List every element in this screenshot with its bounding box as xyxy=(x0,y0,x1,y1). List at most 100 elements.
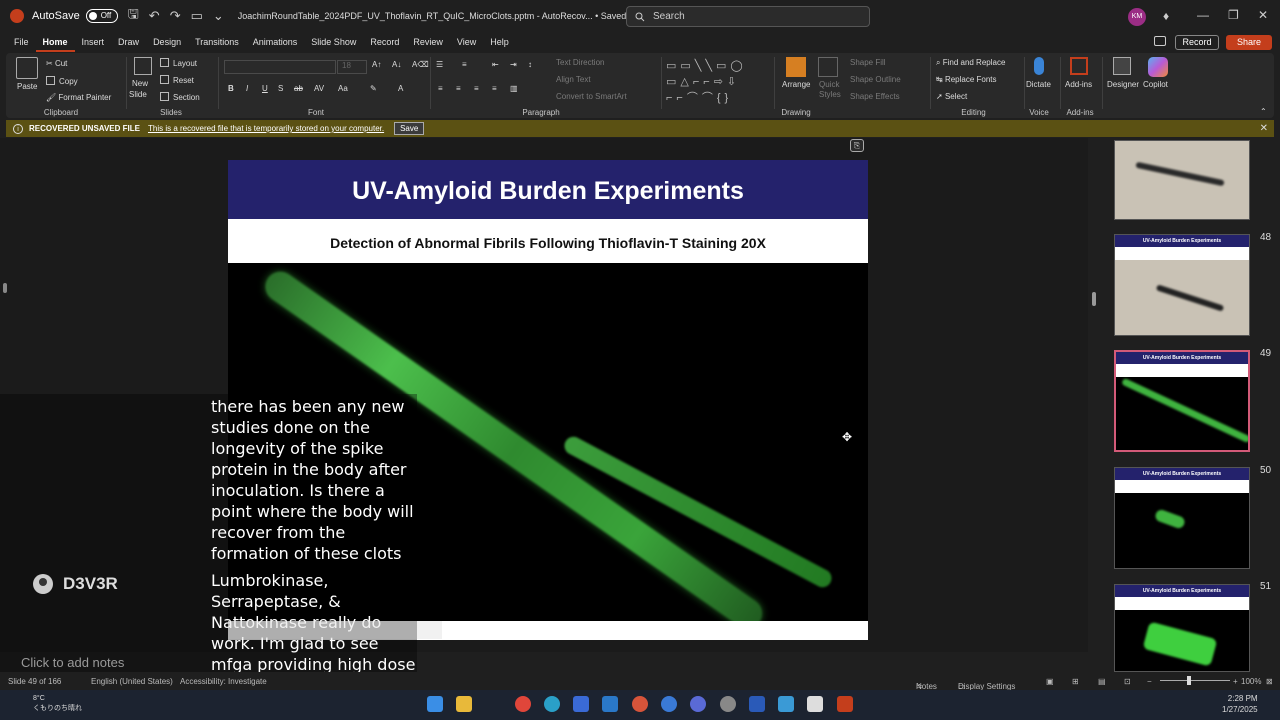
tab-design[interactable]: Design xyxy=(146,32,188,52)
paste-icon[interactable] xyxy=(16,57,38,79)
copilot-icon[interactable] xyxy=(1148,57,1168,77)
tab-review[interactable]: Review xyxy=(406,32,450,52)
normal-view-icon[interactable]: ▣ xyxy=(1046,677,1054,686)
language-indicator[interactable]: English (United States) xyxy=(91,677,173,686)
powerpoint-taskbar-icon[interactable] xyxy=(837,696,853,712)
close-icon[interactable]: ✕ xyxy=(1258,8,1268,22)
system-clock[interactable]: 2:28 PM 1/27/2025 xyxy=(1222,693,1258,715)
edge-icon[interactable] xyxy=(544,696,560,712)
arrange-button[interactable]: Arrange xyxy=(782,80,810,89)
tab-help[interactable]: Help xyxy=(483,32,516,52)
zoom-out-icon[interactable]: − xyxy=(1147,677,1152,686)
select-button[interactable]: ➚ Select xyxy=(936,92,967,101)
comments-icon[interactable] xyxy=(1154,36,1166,46)
autosave-toggle[interactable]: Off xyxy=(85,9,118,23)
italic-icon[interactable]: I xyxy=(246,84,248,93)
highlight-icon[interactable]: ✎ xyxy=(370,84,377,93)
align-right-icon[interactable]: ≡ xyxy=(474,84,479,93)
spacing-icon[interactable]: AV xyxy=(314,84,324,93)
shadow-icon[interactable]: S xyxy=(278,84,283,93)
numbering-icon[interactable]: ≡ xyxy=(462,60,467,69)
thumbnail-slide-48[interactable]: UV-Amyloid Burden Experiments xyxy=(1114,234,1250,336)
find-replace-button[interactable]: ⌕ Find and Replace xyxy=(936,58,1005,68)
zoom-level[interactable]: 100% xyxy=(1241,677,1261,686)
tab-animations[interactable]: Animations xyxy=(246,32,305,52)
convert-smartart-button[interactable]: Convert to SmartArt xyxy=(556,92,627,101)
format-painter-button[interactable]: 🖌 Format Painter xyxy=(46,93,111,102)
shape-effects-button[interactable]: Shape Effects xyxy=(850,92,900,101)
left-scrollbar[interactable] xyxy=(3,283,7,293)
change-case-icon[interactable]: Aa xyxy=(338,84,348,93)
addins-button[interactable]: Add-ins xyxy=(1065,80,1092,89)
new-slide-button-line2[interactable]: Slide xyxy=(129,90,147,99)
underline-icon[interactable]: U xyxy=(262,84,268,93)
slide-subtitle[interactable]: Detection of Abnormal Fibrils Following … xyxy=(228,219,868,263)
premium-icon[interactable]: ♦ xyxy=(1163,9,1169,23)
addins-icon[interactable] xyxy=(1070,57,1088,75)
shrink-font-icon[interactable]: A↓ xyxy=(392,60,401,69)
notes-input[interactable]: Click to add notes xyxy=(0,655,1088,672)
user-avatar[interactable]: KM xyxy=(1128,8,1146,26)
word-icon[interactable] xyxy=(749,696,765,712)
discord-icon[interactable] xyxy=(690,696,706,712)
redo-icon[interactable]: ↷ xyxy=(170,8,181,24)
dictate-button[interactable]: Dictate xyxy=(1026,80,1051,89)
new-slide-icon[interactable] xyxy=(134,57,152,75)
shape-outline-button[interactable]: Shape Outline xyxy=(850,75,901,84)
shapes-gallery[interactable]: ▭▭╲╲▭◯ ▭△⌐⌐⇨⇩ ⌐⌐⌒⌒{} xyxy=(666,58,766,106)
scrollbar-thumb[interactable] xyxy=(1092,292,1096,306)
horizontal-scrollbar[interactable] xyxy=(228,621,442,639)
search-input[interactable]: Search xyxy=(626,6,870,27)
tab-view[interactable]: View xyxy=(450,32,483,52)
clear-format-icon[interactable]: A⌫ xyxy=(412,60,429,69)
restore-icon[interactable]: ❐ xyxy=(1228,8,1239,22)
minimize-icon[interactable]: — xyxy=(1197,8,1209,22)
app-icon[interactable] xyxy=(807,696,823,712)
save-button[interactable]: Save xyxy=(394,122,425,135)
app-icon[interactable] xyxy=(778,696,794,712)
tab-slide-show[interactable]: Slide Show xyxy=(304,32,363,52)
font-name-input[interactable] xyxy=(224,60,336,74)
app-icon[interactable] xyxy=(573,696,589,712)
app-icon[interactable] xyxy=(632,696,648,712)
bold-icon[interactable]: B xyxy=(228,84,234,93)
app-icon[interactable] xyxy=(661,696,677,712)
text-direction-button[interactable]: Text Direction xyxy=(556,58,604,67)
copilot-button[interactable]: Copilot xyxy=(1143,80,1168,89)
tab-transitions[interactable]: Transitions xyxy=(188,32,246,52)
reset-button[interactable]: Reset xyxy=(160,75,194,85)
decrease-indent-icon[interactable]: ⇤ xyxy=(492,60,499,69)
slide-title[interactable]: UV-Amyloid Burden Experiments xyxy=(228,160,868,219)
settings-icon[interactable] xyxy=(720,696,736,712)
font-color-icon[interactable]: A xyxy=(398,84,403,93)
section-button[interactable]: Section xyxy=(160,92,200,102)
tab-home[interactable]: Home xyxy=(35,32,75,52)
align-center-icon[interactable]: ≡ xyxy=(456,84,461,93)
increase-indent-icon[interactable]: ⇥ xyxy=(510,60,517,69)
file-explorer-icon[interactable] xyxy=(456,696,472,712)
strikethrough-icon[interactable]: ab xyxy=(294,84,303,93)
tab-file[interactable]: File xyxy=(0,32,36,52)
bullets-icon[interactable]: ☰ xyxy=(436,60,443,69)
microphone-icon[interactable] xyxy=(1034,57,1044,75)
line-spacing-icon[interactable]: ↕ xyxy=(528,60,532,69)
align-text-button[interactable]: Align Text xyxy=(556,75,591,84)
zoom-slider-handle[interactable] xyxy=(1187,676,1191,685)
undo-icon[interactable]: ↶ xyxy=(149,8,160,24)
quick-styles-button-line2[interactable]: Styles xyxy=(819,90,841,99)
align-left-icon[interactable]: ≡ xyxy=(438,84,443,93)
record-button[interactable]: Record xyxy=(1175,35,1219,50)
paste-button[interactable]: Paste xyxy=(17,82,37,91)
new-slide-button[interactable]: New xyxy=(132,79,148,88)
slide-sorter-icon[interactable]: ⊞ xyxy=(1072,677,1079,686)
quick-styles-icon[interactable] xyxy=(818,57,838,77)
copy-button[interactable]: Copy xyxy=(46,76,78,86)
zoom-slider[interactable] xyxy=(1160,680,1230,681)
tab-insert[interactable]: Insert xyxy=(75,32,112,52)
thumbnail-slide-49[interactable]: UV-Amyloid Burden Experiments xyxy=(1114,350,1250,452)
weather-widget[interactable]: 8°C くもりのち晴れ xyxy=(33,694,82,714)
accessibility-status[interactable]: Accessibility: Investigate xyxy=(180,677,267,686)
slide-pin-icon[interactable]: ⎘ xyxy=(850,139,864,152)
columns-icon[interactable]: ▥ xyxy=(510,84,518,93)
chrome-icon[interactable] xyxy=(515,696,531,712)
